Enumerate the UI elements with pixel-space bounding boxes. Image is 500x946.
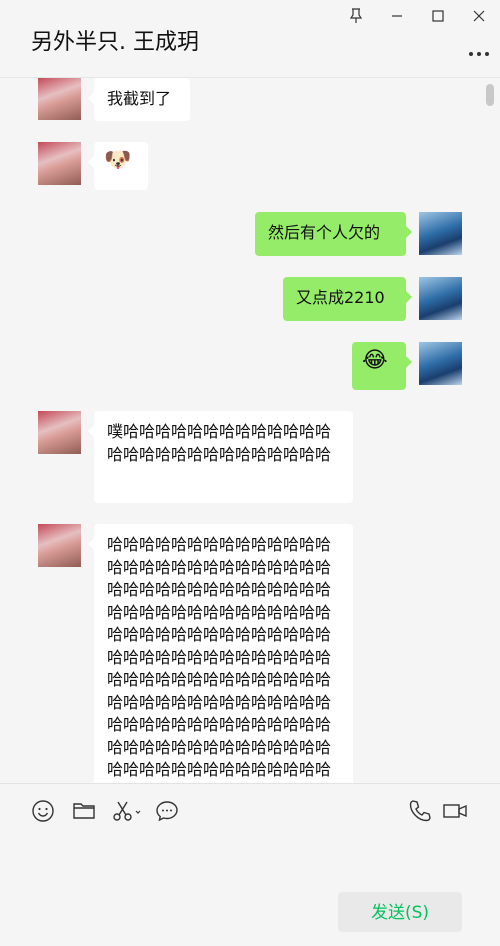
folder-icon[interactable] (72, 799, 96, 823)
message-bubble-incoming[interactable]: 我截到了 (88, 78, 190, 121)
sticker-emoji: 🐶 (104, 148, 132, 173)
maximize-icon[interactable] (427, 6, 449, 26)
input-area[interactable]: 发送(S) (0, 783, 500, 946)
send-button[interactable]: 发送(S) (338, 892, 462, 932)
chat-title: 另外半只. 王成玥 (31, 30, 199, 55)
message-bubble-incoming[interactable]: 噗哈哈哈哈哈哈哈哈哈哈哈哈哈哈哈哈哈哈哈哈哈哈哈哈哈哈哈 (88, 411, 353, 503)
my-avatar[interactable] (419, 212, 462, 255)
scissors-icon[interactable] (112, 799, 142, 823)
message-bubble-outgoing[interactable]: 然后有个人欠的 (255, 212, 412, 256)
pin-icon[interactable] (345, 6, 367, 26)
my-avatar[interactable] (419, 277, 462, 320)
message-text: 噗哈哈哈哈哈哈哈哈哈哈哈哈哈哈哈哈哈哈哈哈哈哈哈哈哈哈哈 (107, 422, 332, 464)
phone-icon[interactable] (408, 799, 432, 823)
my-avatar[interactable] (419, 342, 462, 385)
chat-header: 另外半只. 王成玥 (0, 0, 500, 78)
message-bubble-outgoing[interactable]: 又点成2210 (283, 277, 412, 321)
message-bubble-outgoing[interactable]: 😂 (352, 342, 412, 390)
chat-history-icon[interactable] (155, 799, 179, 823)
close-icon[interactable] (468, 6, 490, 26)
message-text: 哈哈哈哈哈哈哈哈哈哈哈哈哈哈哈哈哈哈哈哈哈哈哈哈哈哈哈哈哈哈哈哈哈哈哈哈哈哈哈哈… (107, 535, 332, 779)
friend-avatar[interactable] (38, 78, 81, 120)
emoji-icon[interactable] (31, 799, 55, 823)
message-list[interactable]: 我截到了 🐶 然后有个人欠的 又点成2210 😂 噗哈哈哈哈哈哈哈哈哈哈哈哈哈哈… (0, 78, 500, 783)
video-icon[interactable] (442, 799, 468, 823)
friend-avatar[interactable] (38, 524, 81, 567)
emoji-message: 😂 (362, 348, 388, 373)
message-text: 又点成2210 (296, 288, 385, 307)
minimize-icon[interactable] (386, 6, 408, 26)
message-text: 我截到了 (107, 89, 172, 108)
message-text: 然后有个人欠的 (268, 223, 381, 242)
friend-avatar[interactable] (38, 142, 81, 185)
message-bubble-incoming[interactable]: 🐶 (88, 142, 148, 190)
friend-avatar[interactable] (38, 411, 81, 454)
scrollbar-thumb[interactable] (486, 84, 494, 106)
more-icon[interactable] (468, 42, 490, 56)
message-bubble-incoming[interactable]: 哈哈哈哈哈哈哈哈哈哈哈哈哈哈哈哈哈哈哈哈哈哈哈哈哈哈哈哈哈哈哈哈哈哈哈哈哈哈哈哈… (88, 524, 353, 783)
